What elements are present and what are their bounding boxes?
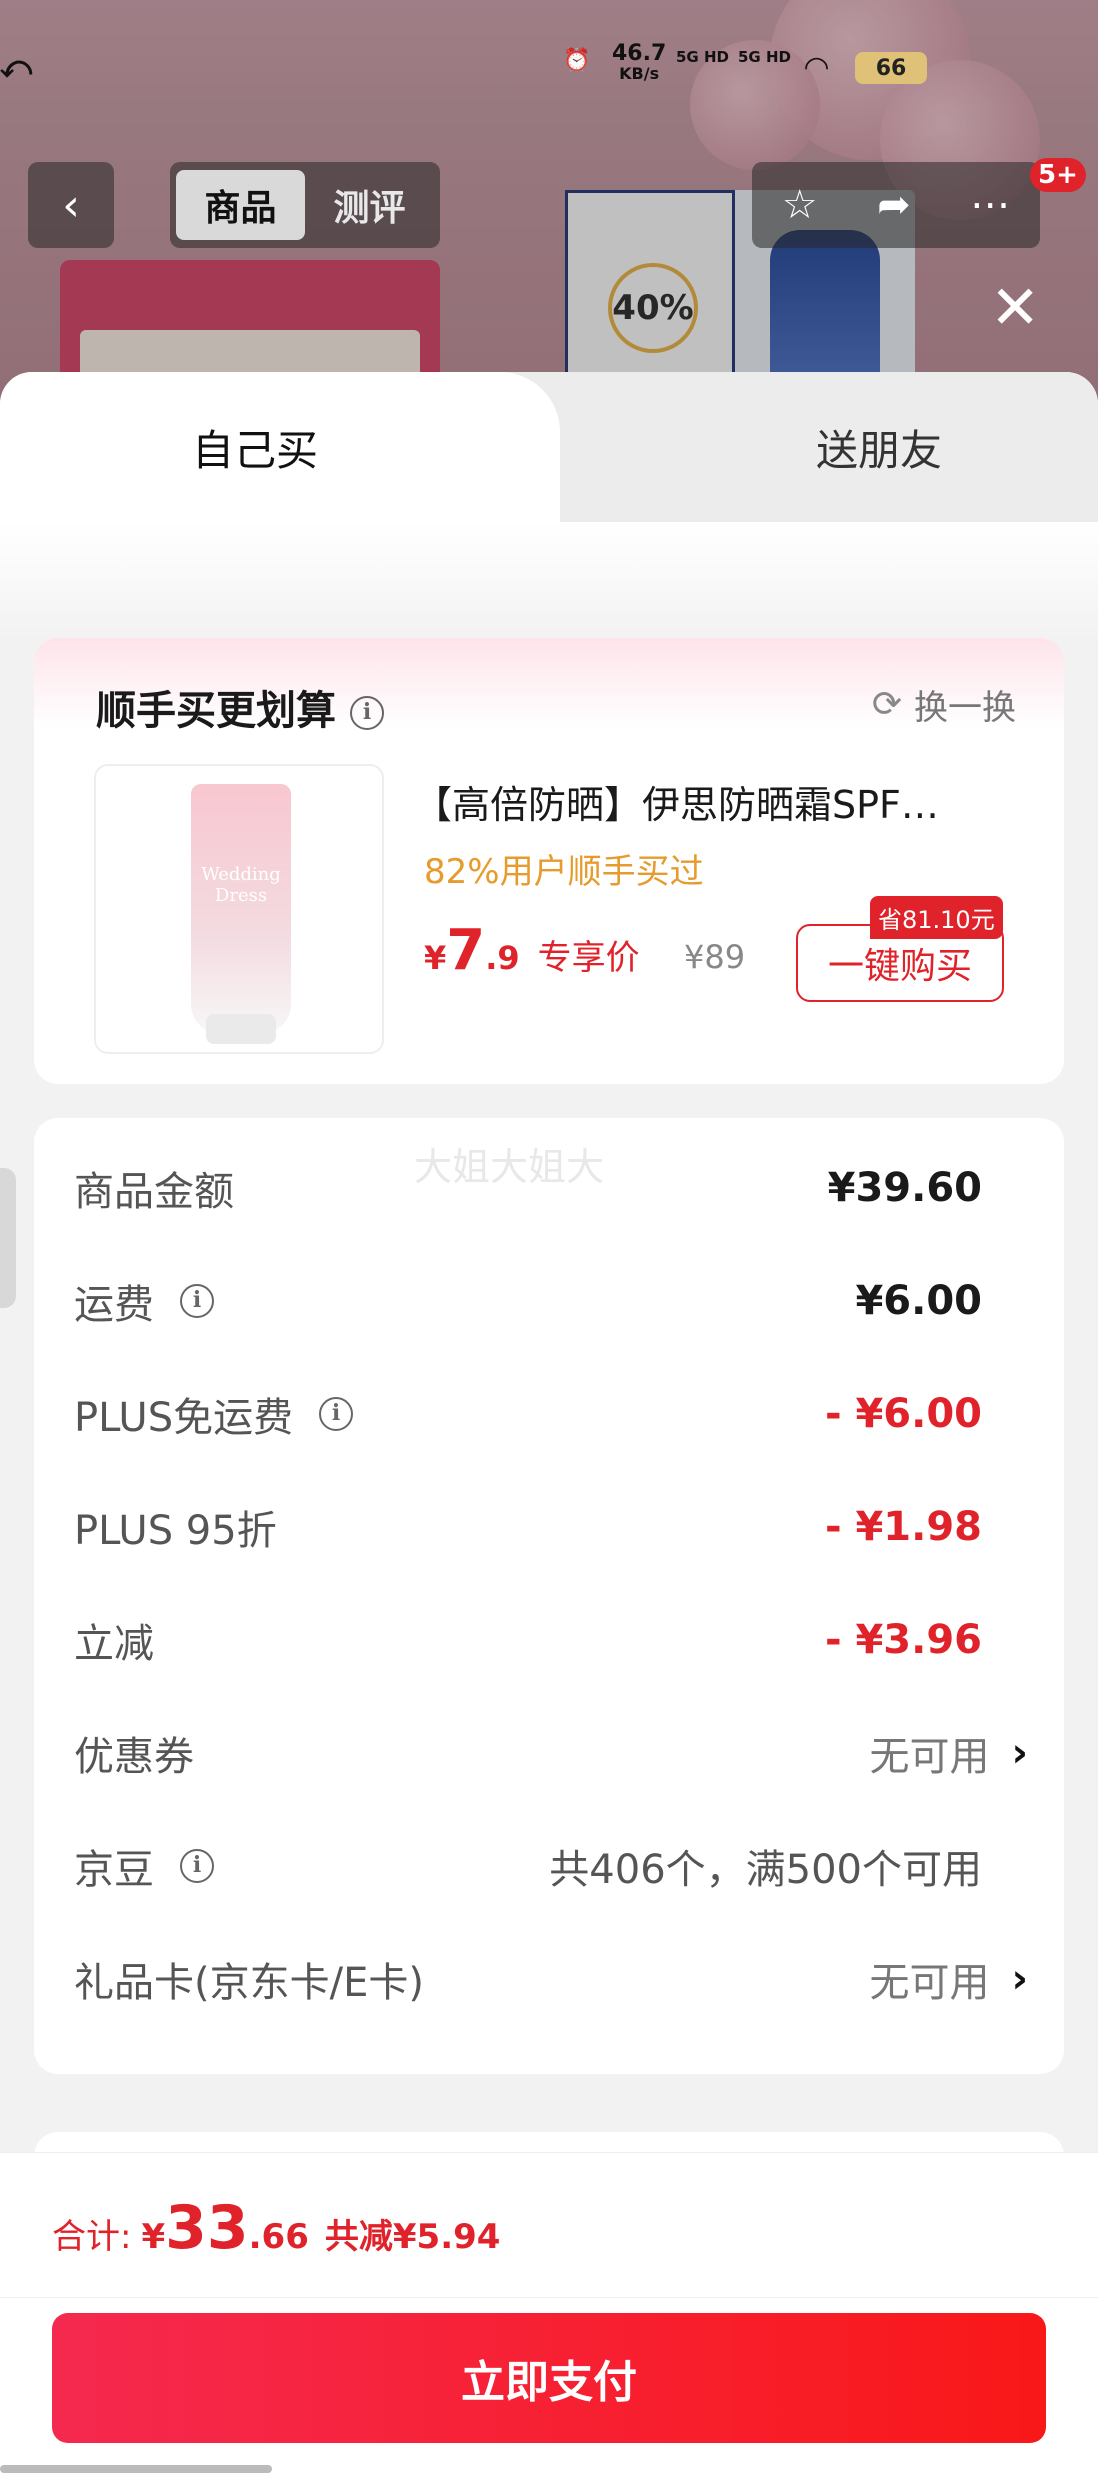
price-row-label: 商品金额 (74, 1169, 234, 1215)
price-row-value: 共406个，满500个可用 (549, 1847, 982, 1893)
save-amount-tag: 省81.10元 (870, 896, 1003, 939)
sheet-tabs: 送朋友 自己买 (0, 372, 1098, 522)
notification-badge: 5+ (1030, 158, 1086, 192)
upsell-title: 顺手买更划算 i (96, 678, 384, 736)
price-row-label: PLUS免运费 i (74, 1385, 354, 1443)
chevron-right-icon: › (1011, 1956, 1028, 2002)
info-icon[interactable]: i (180, 1849, 214, 1883)
upsell-card: 顺手买更划算 i ⟳ 换一换 Wedding Dress 【高倍防晒】伊思防晒霜SP… (34, 638, 1064, 1084)
price-row-value: ¥6.00 (855, 1278, 982, 1324)
price-row-value[interactable]: 无可用 › (870, 1724, 1028, 1782)
price-row-label: 京豆 i (74, 1837, 214, 1895)
price-row-label: 礼品卡(京东卡/E卡) (74, 1960, 424, 2006)
chevron-left-icon: ‹ (62, 179, 80, 231)
price-row: 京豆 i 共406个，满500个可用 (74, 1826, 1028, 1906)
refresh-button[interactable]: ⟳ 换一换 (872, 680, 1016, 729)
signal-sim2: 5G HD (738, 48, 791, 66)
battery-icon: 66 (855, 52, 927, 84)
price-row-value: ¥39.60 (827, 1165, 982, 1211)
info-icon[interactable]: i (180, 1284, 214, 1318)
tab-product[interactable]: 商品 (176, 170, 305, 240)
upsell-product-image[interactable]: Wedding Dress (94, 764, 384, 1054)
close-icon[interactable]: ✕ (990, 278, 1040, 338)
price-row-label: 运费 i (74, 1272, 214, 1330)
upsell-original-price: ¥89 (684, 938, 746, 976)
price-row[interactable]: 优惠券 无可用 › (74, 1713, 1028, 1793)
status-bar: ⤺ ⏰ 46.7 KB/s 5G HD 5G HD ◠ 66 (0, 0, 1098, 140)
net-speed: 46.7 KB/s (612, 41, 667, 84)
price-row[interactable]: 礼品卡(京东卡/E卡) 无可用 › (74, 1939, 1028, 2019)
more-icon[interactable]: ⋯ (970, 182, 1010, 228)
price-row: PLUS免运费 i - ¥6.00 (74, 1374, 1028, 1454)
info-icon[interactable]: i (319, 1397, 354, 1431)
refresh-icon: ⟳ (871, 684, 902, 725)
price-row-value: - ¥1.98 (824, 1504, 982, 1550)
alarm-icon: ⏰ (563, 48, 591, 73)
price-row-value: - ¥6.00 (824, 1391, 982, 1437)
wifi-icon: ◠ (805, 50, 829, 85)
total-saved: 共减¥5.94 (324, 2217, 501, 2257)
price-row: 运费 i ¥6.00 (74, 1261, 1028, 1341)
price-row-label: PLUS 95折 (74, 1508, 277, 1554)
nav-actions: ☆ ➦ ⋯ (752, 162, 1040, 248)
price-row-label: 立减 (74, 1621, 154, 1667)
price-row: 立减 - ¥3.96 (74, 1600, 1028, 1680)
order-total: 合计: ¥33.66 共减¥5.94 (52, 2193, 501, 2263)
upsell-product-name[interactable]: 【高倍防晒】伊思防晒霜SPF… (414, 774, 1034, 829)
tab-send-friend[interactable]: 送朋友 (560, 372, 1098, 522)
price-row: PLUS 95折 - ¥1.98 (74, 1487, 1028, 1567)
price-details-card: 大姐大姐大 商品金额 ¥39.60 运费 i ¥6.00 PLUS免运费 i - ¥6.00 P… (34, 1118, 1064, 2074)
price-row-value[interactable]: 无可用 › (870, 1950, 1028, 2008)
home-indicator (0, 2465, 272, 2473)
price-row: 商品金额 ¥39.60 (74, 1148, 1028, 1228)
side-handle[interactable] (0, 1168, 16, 1308)
price-row-label: 优惠券 (74, 1734, 194, 1780)
signal-sim1: 5G HD (676, 48, 729, 66)
tab-buy-self[interactable]: 自己买 (0, 372, 560, 522)
share-icon[interactable]: ➦ (877, 182, 911, 228)
product-tabs: 商品 测评 (170, 162, 440, 248)
pay-now-button[interactable]: 立即支付 (52, 2313, 1046, 2443)
info-icon[interactable]: i (350, 696, 384, 730)
chevron-right-icon: › (1011, 1730, 1028, 1776)
upsell-bought-ratio: 82%用户顺手买过 (424, 852, 704, 892)
back-gesture-icon: ⤺ (0, 50, 33, 85)
checkout-bar: 合计: ¥33.66 共减¥5.94 立即支付 (0, 2152, 1098, 2480)
star-icon[interactable]: ☆ (782, 182, 818, 228)
price-row-value: - ¥3.96 (824, 1617, 982, 1663)
tab-review[interactable]: 测评 (305, 170, 434, 240)
back-button[interactable]: ‹ (28, 162, 114, 248)
upsell-price: ¥7.9 专享价 (424, 918, 640, 983)
